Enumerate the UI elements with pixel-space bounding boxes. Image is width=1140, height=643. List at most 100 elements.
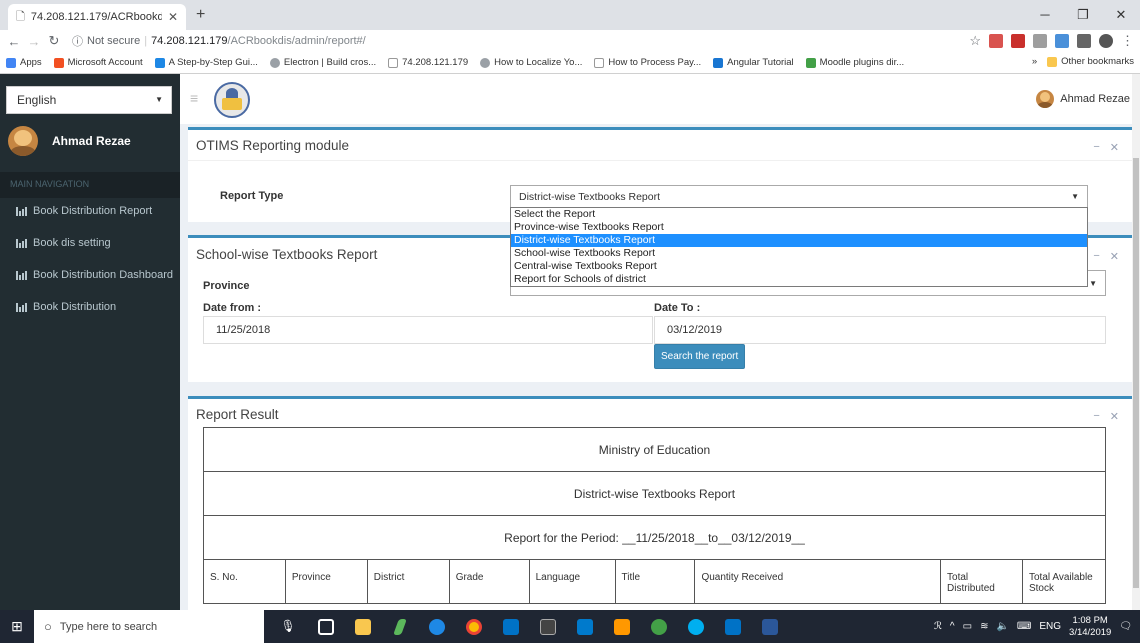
blue-extension-icon[interactable] [1055, 34, 1069, 48]
forward-icon[interactable]: → [24, 34, 44, 49]
new-tab-button[interactable]: + [196, 6, 205, 24]
wifi-icon[interactable]: ≋ [980, 621, 988, 632]
sublime-icon[interactable] [603, 610, 640, 643]
chevron-down-icon: ▼ [1071, 192, 1079, 201]
column-header: Language [528, 559, 616, 604]
task-view-icon[interactable] [307, 610, 344, 643]
sidebar-item-book-distribution-report[interactable]: Book Distribution Report [0, 196, 180, 226]
nav-header: MAIN NAVIGATION [0, 172, 180, 198]
other-bookmarks[interactable]: Other bookmarks [1047, 56, 1134, 67]
sidebar-item-book-dis-setting[interactable]: Book dis setting [0, 228, 180, 258]
chrome-icon[interactable] [455, 610, 492, 643]
angular-icon [713, 57, 724, 68]
report-option-selected[interactable]: District-wise Textbooks Report [511, 234, 1087, 247]
box-tools: − ✕ [1093, 250, 1119, 263]
clock[interactable]: 1:08 PM 3/14/2019 [1069, 615, 1111, 639]
report-type-label: Report Type [220, 190, 284, 202]
bookmark-ip[interactable]: 74.208.121.179 [388, 57, 468, 68]
bookmark-angular[interactable]: Angular Tutorial [713, 57, 794, 68]
sidebar-item-book-distribution[interactable]: Book Distribution [0, 292, 180, 322]
report-type-select[interactable]: District-wise Textbooks Report ▼ [510, 185, 1088, 209]
collapse-icon[interactable]: − [1093, 250, 1099, 263]
bookmark-localize[interactable]: How to Localize Yo... [480, 57, 582, 68]
info-icon[interactable]: ⓘ [72, 33, 83, 49]
address-bar[interactable]: ⓘ Not secure | 74.208.121.179/ACRbookdis… [72, 33, 366, 49]
ministry-logo [214, 82, 250, 118]
close-window-button[interactable]: ✕ [1102, 0, 1140, 30]
bookmark-process-pay[interactable]: How to Process Pay... [594, 57, 701, 68]
chevron-down-icon: ▼ [155, 95, 163, 104]
red-extension-icon[interactable] [1011, 34, 1025, 48]
notification-icon[interactable]: 🗨 [1119, 621, 1132, 632]
people-icon[interactable]: ℛ [934, 621, 942, 632]
close-tab-icon[interactable]: ✕ [168, 10, 178, 24]
skype-icon[interactable] [677, 610, 714, 643]
terminal-icon[interactable] [529, 610, 566, 643]
page-scrollbar[interactable] [1132, 74, 1140, 610]
date-to-input[interactable]: 03/12/2019 [654, 316, 1106, 344]
restore-button[interactable]: ❐ [1064, 0, 1102, 30]
bookmark-electron[interactable]: Electron | Build cros... [269, 57, 376, 68]
profile-icon[interactable] [1099, 34, 1113, 48]
star-icon[interactable]: ☆ [969, 33, 981, 49]
url-host: 74.208.121.179 [151, 35, 228, 47]
file-explorer-icon[interactable] [344, 610, 381, 643]
menu-icon[interactable]: ⋮ [1121, 33, 1134, 49]
browser-tab[interactable]: 🗋 74.208.121.179/ACRbookdis/adm ✕ [8, 4, 186, 30]
pen-icon[interactable] [381, 610, 418, 643]
outlook-icon[interactable] [492, 610, 529, 643]
volume-icon[interactable]: 🔈 [996, 621, 1008, 632]
grey-extension-icon[interactable] [1033, 34, 1047, 48]
pdf-extension-icon[interactable] [989, 34, 1003, 48]
electron-icon [269, 57, 280, 68]
battery-icon[interactable]: ▭ [963, 621, 972, 632]
taskbar-search[interactable]: ○ Type here to search [34, 610, 264, 643]
page-icon [388, 57, 399, 68]
windows-start-icon[interactable]: ⊞ [0, 618, 34, 635]
sidebar: English ▼ Ahmad Rezae MAIN NAVIGATION Bo… [0, 74, 180, 610]
remove-icon[interactable]: ✕ [1110, 250, 1119, 263]
green-app-icon[interactable] [640, 610, 677, 643]
vscode-icon[interactable] [566, 610, 603, 643]
sidebar-item-book-distribution-dashboard[interactable]: Book Distribution Dashboard [0, 260, 180, 290]
avatar [1036, 90, 1055, 108]
keyboard-icon[interactable]: ⌨ [1017, 621, 1031, 632]
bookmark-moodle[interactable]: Moodle plugins dir... [805, 57, 904, 68]
report-option[interactable]: School-wise Textbooks Report [511, 247, 1087, 260]
scrollbar-thumb[interactable] [1133, 158, 1139, 588]
reload-icon[interactable]: ↻ [44, 33, 64, 49]
date-from-input[interactable]: 11/25/2018 [203, 316, 653, 344]
bookmark-microsoft[interactable]: Microsoft Account [53, 57, 143, 68]
column-header: Grade [448, 559, 530, 604]
report-option[interactable]: Central-wise Textbooks Report [511, 260, 1087, 273]
back-icon[interactable]: ← [4, 34, 24, 49]
report-period-heading: Report for the Period: __11/25/2018__to_… [203, 515, 1106, 560]
box-title: School-wise Textbooks Report [196, 247, 378, 262]
extension-icons: ☆ ⋮ [969, 33, 1134, 49]
language-select[interactable]: English ▼ [6, 86, 172, 114]
bookmarks-bar: Apps Microsoft Account A Step-by-Step Gu… [0, 52, 1140, 74]
bookmarks-overflow[interactable]: » [1032, 56, 1037, 67]
remove-icon[interactable]: ✕ [1110, 410, 1119, 423]
menu-toggle-icon[interactable]: ≡ [190, 90, 198, 106]
remove-icon[interactable]: ✕ [1110, 141, 1119, 154]
language-indicator[interactable]: ENG [1039, 621, 1061, 632]
header-user-menu[interactable]: Ahmad Rezae [1036, 90, 1130, 108]
search-report-button[interactable]: Search the report [654, 344, 746, 369]
edge-icon[interactable] [418, 610, 455, 643]
bookmark-step-by-step[interactable]: A Step-by-Step Gui... [154, 57, 258, 68]
chevron-up-icon[interactable]: ^ [950, 621, 955, 632]
minimize-button[interactable]: ─ [1026, 0, 1064, 30]
collapse-icon[interactable]: − [1093, 410, 1099, 423]
report-option[interactable]: Province-wise Textbooks Report [511, 221, 1087, 234]
bookmark-apps[interactable]: Apps [6, 57, 42, 68]
help-extension-icon[interactable] [1077, 34, 1091, 48]
bar-chart-icon [16, 206, 27, 216]
bookmarks-right: » Other bookmarks [1032, 56, 1134, 67]
collapse-icon[interactable]: − [1093, 141, 1099, 154]
word-icon[interactable] [751, 610, 788, 643]
outlook-icon[interactable] [714, 610, 751, 643]
report-option[interactable]: Report for Schools of district [511, 273, 1087, 286]
microphone-icon[interactable]: 🎙 [270, 610, 307, 643]
report-option[interactable]: Select the Report [511, 208, 1087, 221]
